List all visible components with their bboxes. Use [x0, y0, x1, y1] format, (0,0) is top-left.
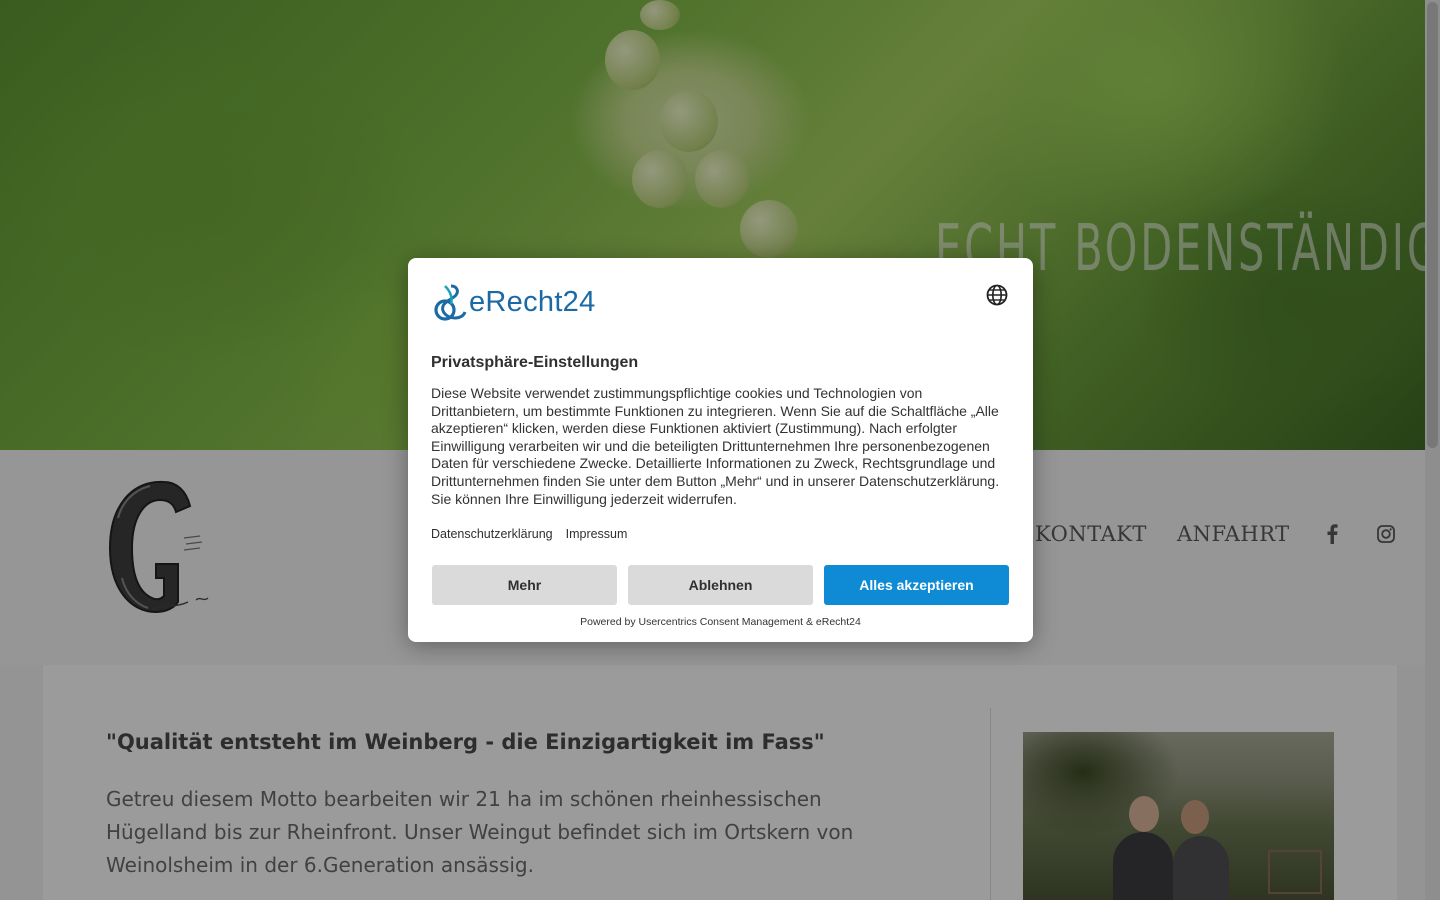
decline-button[interactable]: Ablehnen: [628, 565, 813, 605]
consent-title: Privatsphäre-Einstellungen: [431, 354, 639, 371]
consent-links: Datenschutzerklärung Impressum: [431, 527, 627, 541]
privacy-policy-link[interactable]: Datenschutzerklärung: [431, 527, 553, 541]
erecht24-symbol-icon: [434, 284, 467, 321]
imprint-link[interactable]: Impressum: [566, 527, 628, 541]
consent-dialog: eRecht24 Privatsphäre-Einstellungen Dies…: [408, 258, 1033, 642]
brand-name: eRecht24: [469, 285, 596, 318]
consent-description: Diese Website verwendet zustimmungspflic…: [431, 385, 1000, 507]
erecht24-logo: eRecht24: [431, 282, 596, 322]
accept-all-button[interactable]: Alles akzeptieren: [824, 565, 1009, 605]
language-globe-icon[interactable]: [986, 284, 1008, 306]
more-button[interactable]: Mehr: [432, 565, 617, 605]
powered-by-text: Powered by Usercentrics Consent Manageme…: [580, 616, 861, 628]
